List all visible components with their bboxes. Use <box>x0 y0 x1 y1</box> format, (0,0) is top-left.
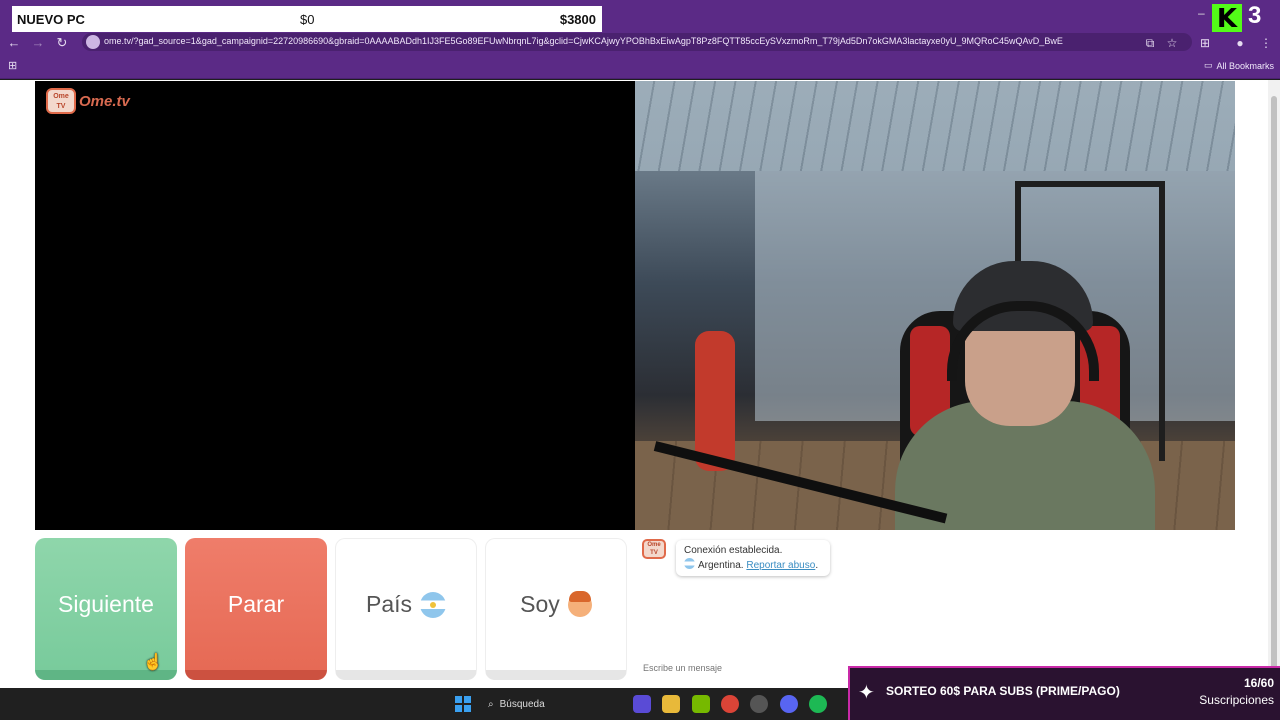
bookmarks-bar <box>0 54 1280 79</box>
donation-goal-bar: NUEVO PC $0 $3800 <box>12 6 602 32</box>
connection-status: Conexión establecida. <box>684 545 783 556</box>
chrome-icon[interactable] <box>721 695 739 713</box>
forward-icon[interactable]: → <box>30 35 46 51</box>
taskbar-search-label: Búsqueda <box>499 698 545 710</box>
obs-icon[interactable] <box>750 695 768 713</box>
stop-button[interactable]: Parar <box>185 538 327 680</box>
next-button-label: Siguiente <box>58 590 154 617</box>
connection-message: Conexión establecida. Argentina. Reporta… <box>676 540 830 576</box>
country-button[interactable]: País <box>335 538 477 680</box>
punching-bag <box>695 331 735 471</box>
tv-icon: Ome TV <box>46 88 76 114</box>
taskbar-search[interactable]: ⌕ Búsqueda <box>482 694 622 714</box>
chat-ometv-icon: Ome TV <box>642 539 666 559</box>
discord-icon[interactable] <box>780 695 798 713</box>
reload-icon[interactable]: ↻ <box>54 35 70 51</box>
file-explorer-icon[interactable] <box>662 695 680 713</box>
taskbar-app-icon[interactable] <box>633 695 651 713</box>
extensions-icon[interactable]: ⊞ <box>1197 35 1213 51</box>
star-icon: ✦ <box>858 682 875 704</box>
folder-icon: ▭ <box>1204 60 1213 70</box>
kick-logo: K <box>1212 4 1242 34</box>
country-name: Argentina. <box>698 560 744 571</box>
ometv-wordmark: Ome.tv <box>79 92 130 110</box>
goal-title: NUEVO PC <box>17 11 85 27</box>
argentina-flag-icon <box>420 591 447 618</box>
stranger-video <box>35 81 635 530</box>
subs-count: 16/60 <box>1243 676 1274 690</box>
gender-button[interactable]: Soy <box>485 538 627 680</box>
windows-start-icon[interactable] <box>455 696 471 712</box>
install-app-icon[interactable]: ⧉ <box>1142 35 1158 51</box>
report-abuse-link[interactable]: Reportar abuso <box>746 560 815 571</box>
ceiling <box>635 81 1235 171</box>
minimize-icon[interactable]: – <box>1198 6 1208 20</box>
back-icon[interactable]: ← <box>6 35 22 51</box>
spotify-icon[interactable] <box>809 695 827 713</box>
menu-icon[interactable]: ⋮ <box>1258 35 1274 51</box>
mouse-pointer-icon: ☝ <box>143 654 163 671</box>
ometv-logo: Ome TV Ome.tv <box>46 88 130 114</box>
self-webcam-video <box>635 81 1235 530</box>
site-info-icon[interactable] <box>86 35 100 49</box>
subs-label: Suscripciones <box>1199 693 1274 707</box>
bookmark-star-icon[interactable]: ☆ <box>1164 35 1180 51</box>
search-icon: ⌕ <box>488 698 494 710</box>
stream-number: 3 <box>1248 2 1262 29</box>
stop-button-label: Parar <box>227 590 285 617</box>
goal-start: $0 <box>300 11 315 27</box>
scrollbar-thumb[interactable] <box>1271 96 1277 676</box>
apps-grid-icon[interactable]: ⊞ <box>8 60 20 72</box>
gender-button-label: Soy <box>520 591 560 617</box>
country-line: Argentina. Reportar abuso. <box>684 558 822 573</box>
country-button-label: País <box>365 591 413 617</box>
giveaway-text: SORTEO 60$ PARA SUBS (PRIME/PAGO) <box>886 684 1120 698</box>
all-bookmarks[interactable]: ▭ All Bookmarks <box>1204 60 1274 71</box>
mini-flag-icon <box>684 558 695 569</box>
boy-face-icon <box>567 590 592 617</box>
goal-target: $3800 <box>559 11 596 27</box>
profile-icon[interactable]: ● <box>1232 35 1248 51</box>
all-bookmarks-label: All Bookmarks <box>1216 60 1275 71</box>
nvidia-icon[interactable] <box>692 695 710 713</box>
url-text[interactable]: ome.tv/?gad_source=1&gad_campaignid=2272… <box>104 36 1134 50</box>
